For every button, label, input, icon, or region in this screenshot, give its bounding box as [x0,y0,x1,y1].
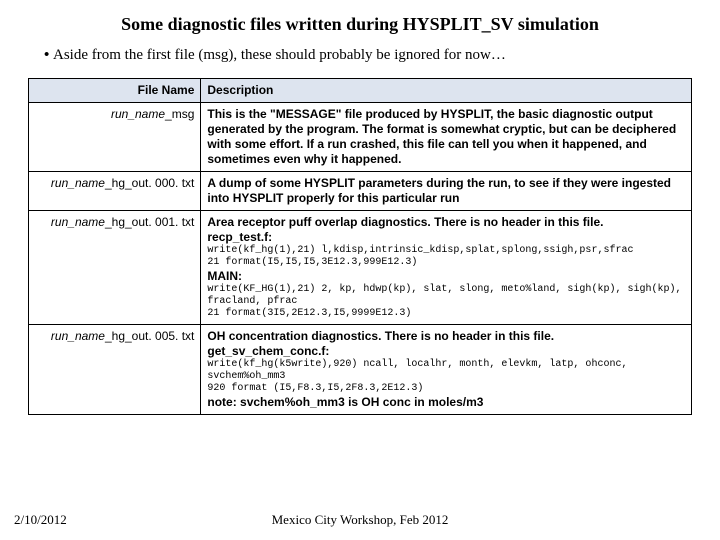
file-name-cell: run_name_hg_out. 000. txt [29,172,201,211]
footer: 2/10/2012 Mexico City Workshop, Feb 2012 [0,512,720,528]
file-name-cell: run_name_hg_out. 001. txt [29,211,201,325]
page-title: Some diagnostic files written during HYS… [28,14,692,35]
file-name-cell: run_name_msg [29,103,201,172]
description-cell: Area receptor puff overlap diagnostics. … [201,211,692,325]
col-header-file: File Name [29,79,201,103]
table-row: run_name_hg_out. 001. txt Area receptor … [29,211,692,325]
file-name-cell: run_name_hg_out. 005. txt [29,325,201,415]
description-cell: A dump of some HYSPLIT parameters during… [201,172,692,211]
description-cell: This is the "MESSAGE" file produced by H… [201,103,692,172]
table-header-row: File Name Description [29,79,692,103]
footer-center: Mexico City Workshop, Feb 2012 [0,512,720,528]
diagnostic-table: File Name Description run_name_msg This … [28,78,692,415]
table-row: run_name_hg_out. 005. txt OH concentrati… [29,325,692,415]
description-cell: OH concentration diagnostics. There is n… [201,325,692,415]
intro-bullet: Aside from the first file (msg), these s… [44,47,692,64]
footer-date: 2/10/2012 [14,512,67,528]
table-row: run_name_hg_out. 000. txt A dump of some… [29,172,692,211]
table-row: run_name_msg This is the "MESSAGE" file … [29,103,692,172]
col-header-desc: Description [201,79,692,103]
